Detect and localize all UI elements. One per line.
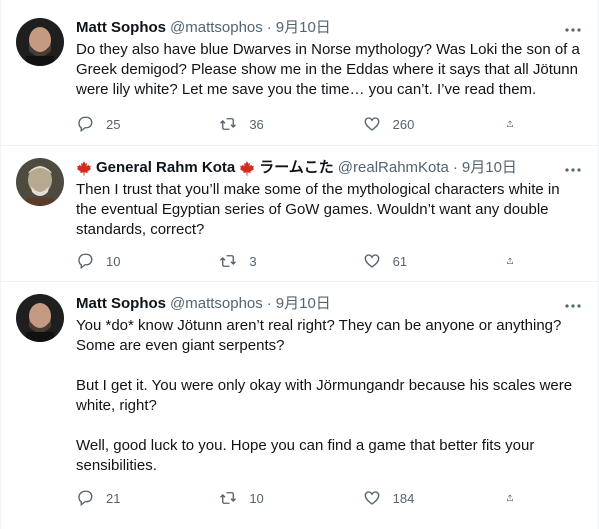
separator-dot: · xyxy=(452,159,458,176)
maple-leaf-icon xyxy=(76,161,92,176)
reply-icon xyxy=(78,116,93,133)
retweet-button[interactable]: 10 xyxy=(219,488,319,508)
reply-icon xyxy=(78,253,93,270)
reply-button[interactable]: 10 xyxy=(76,251,176,271)
more-icon[interactable] xyxy=(563,20,583,40)
tweet-content: Matt Sophos @mattsophos · 9月10日 You *do*… xyxy=(76,294,583,476)
author-name[interactable]: Matt Sophos xyxy=(76,18,166,38)
heart-icon xyxy=(364,117,380,131)
reply-count: 10 xyxy=(106,253,121,269)
heart-icon xyxy=(364,254,380,268)
author-name[interactable]: Matt Sophos xyxy=(76,294,166,314)
author-handle[interactable]: @mattsophos xyxy=(170,294,263,314)
like-count: 260 xyxy=(392,116,415,132)
avatar-image xyxy=(16,18,64,66)
tweet-actions: 25 36 260 xyxy=(76,114,526,134)
share-button[interactable] xyxy=(506,114,526,134)
tweet-header: Matt Sophos @mattsophos · 9月10日 xyxy=(76,18,583,38)
tweet-actions: 10 3 61 xyxy=(76,251,526,271)
share-button[interactable] xyxy=(506,251,526,271)
tweet-1[interactable]: Matt Sophos @mattsophos · 9月10日 Do they … xyxy=(0,0,599,146)
like-count: 184 xyxy=(392,490,415,506)
tweet-2[interactable]: General Rahm Kota ラームこた @realRahmKota · … xyxy=(0,146,599,282)
author-handle[interactable]: @mattsophos xyxy=(170,18,263,38)
author-name[interactable]: General Rahm Kota xyxy=(96,158,235,178)
separator-dot: · xyxy=(266,295,272,312)
more-icon[interactable] xyxy=(563,160,583,180)
like-button[interactable]: 260 xyxy=(363,114,463,134)
maple-leaf-icon xyxy=(240,161,255,176)
retweet-count: 36 xyxy=(249,116,264,132)
tweet-actions: 21 10 184 xyxy=(76,488,526,508)
share-icon xyxy=(507,120,513,127)
avatar-image xyxy=(16,158,64,206)
tweet-text: Do they also have blue Dwarves in Norse … xyxy=(76,41,585,98)
retweet-icon xyxy=(220,255,237,267)
reply-button[interactable]: 21 xyxy=(76,488,176,508)
tweet-header: Matt Sophos @mattsophos · 9月10日 xyxy=(76,294,583,314)
tweet-date[interactable]: 9月10日 xyxy=(276,18,331,38)
tweet-content: General Rahm Kota ラームこた @realRahmKota · … xyxy=(76,158,583,240)
retweet-button[interactable]: 36 xyxy=(219,114,319,134)
share-icon xyxy=(507,494,513,501)
reply-button[interactable]: 25 xyxy=(76,114,176,134)
separator-dot: · xyxy=(266,19,272,36)
like-button[interactable]: 184 xyxy=(363,488,463,508)
heart-icon xyxy=(364,491,380,505)
avatar[interactable] xyxy=(16,18,64,66)
tweet-3[interactable]: Matt Sophos @mattsophos · 9月10日 You *do*… xyxy=(0,282,599,528)
tweet-date[interactable]: 9月10日 xyxy=(462,158,517,178)
reply-count: 21 xyxy=(106,490,121,506)
avatar-image xyxy=(16,294,64,342)
tweet-content: Matt Sophos @mattsophos · 9月10日 Do they … xyxy=(76,18,583,100)
reply-count: 25 xyxy=(106,116,121,132)
avatar[interactable] xyxy=(16,294,64,342)
more-icon[interactable] xyxy=(563,296,583,316)
avatar[interactable] xyxy=(16,158,64,206)
tweet-text: Then I trust that you’ll make some of th… xyxy=(76,181,564,238)
share-button[interactable] xyxy=(506,488,526,508)
retweet-count: 3 xyxy=(249,253,257,269)
like-button[interactable]: 61 xyxy=(363,251,463,271)
author-handle[interactable]: @realRahmKota xyxy=(338,158,449,178)
retweet-icon xyxy=(220,492,237,504)
share-icon xyxy=(507,257,513,264)
author-name-suffix[interactable]: ラームこた xyxy=(259,158,334,178)
retweet-count: 10 xyxy=(249,490,264,506)
like-count: 61 xyxy=(392,253,408,269)
retweet-icon xyxy=(220,118,237,130)
retweet-button[interactable]: 3 xyxy=(219,251,319,271)
tweet-header: General Rahm Kota ラームこた @realRahmKota · … xyxy=(76,158,583,178)
tweet-date[interactable]: 9月10日 xyxy=(276,294,331,314)
reply-icon xyxy=(78,490,93,507)
tweet-text: You *do* know Jötunn aren’t real right? … xyxy=(76,317,573,474)
